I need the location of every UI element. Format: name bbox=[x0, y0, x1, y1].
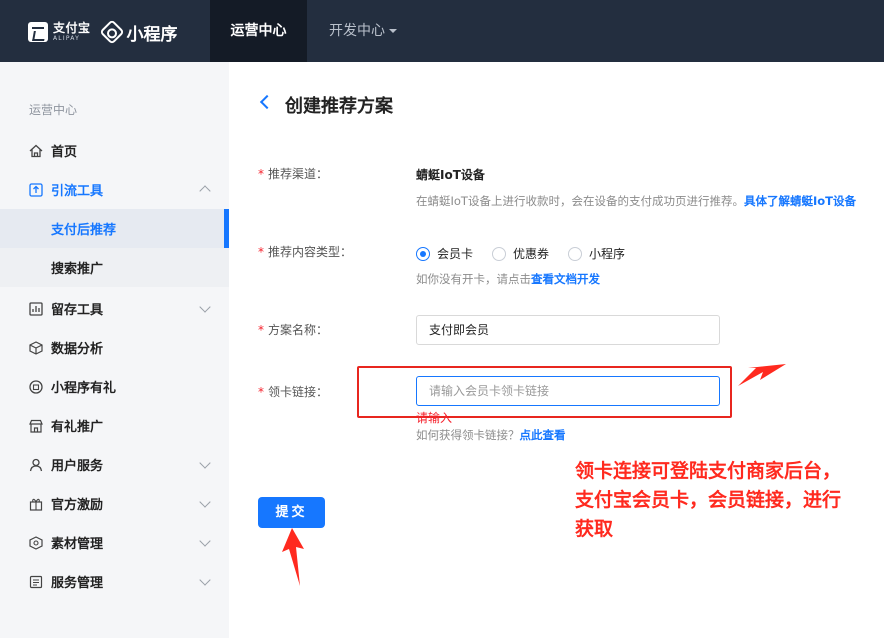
annotation-line: 支付宝会员卡，会员链接，进行 bbox=[575, 489, 842, 511]
chevron-down-icon bbox=[199, 300, 211, 313]
content-type-hint-link[interactable]: 查看文档开发 bbox=[531, 272, 600, 286]
sidebar-item-traffic-tools[interactable]: 引流工具 bbox=[0, 170, 229, 209]
home-icon bbox=[29, 144, 43, 158]
sidebar-item-gift-promotion[interactable]: 有礼推广 bbox=[0, 406, 229, 445]
top-bar: 支付宝 ALIPAY 小程序 运营中心 开发中心 bbox=[0, 0, 884, 62]
user-icon bbox=[29, 458, 43, 472]
radio-unchecked-icon[interactable] bbox=[492, 246, 507, 261]
card-link-label-text: 领卡链接： bbox=[268, 385, 329, 399]
sidebar: 运营中心 首页 引流工具 支付后推荐 搜索推广 留存工具 数据分析 小程序有礼 … bbox=[0, 62, 229, 638]
sidebar-item-label: 首页 bbox=[51, 145, 78, 160]
nav-operations-center[interactable]: 运营中心 bbox=[210, 0, 307, 62]
sidebar-item-label: 数据分析 bbox=[51, 342, 104, 357]
content-type-hint-text: 如你没有开卡，请点击 bbox=[416, 272, 531, 286]
channel-hint-link[interactable]: 具体了解蜻蜓IoT设备 bbox=[744, 194, 856, 208]
caret-down-icon bbox=[389, 29, 397, 33]
sidebar-item-label: 留存工具 bbox=[51, 303, 104, 318]
service-icon bbox=[29, 575, 43, 589]
annotation-line: 获取 bbox=[575, 518, 614, 540]
logo[interactable]: 支付宝 ALIPAY 小程序 bbox=[28, 19, 178, 45]
chevron-up-icon bbox=[199, 185, 211, 197]
plan-name-label-text: 方案名称： bbox=[268, 323, 329, 337]
sidebar-item-label: 引流工具 bbox=[51, 184, 104, 199]
radio-checked-icon[interactable] bbox=[416, 246, 430, 261]
radio-coupon[interactable]: 优惠券 bbox=[492, 245, 549, 262]
sidebar-item-service-management[interactable]: 服务管理 bbox=[0, 562, 229, 601]
chevron-down-icon bbox=[199, 456, 211, 469]
required-mark: * bbox=[258, 167, 264, 181]
plan-name-label: * 方案名称： bbox=[258, 321, 328, 338]
submit-button[interactable]: 提交 bbox=[258, 497, 325, 528]
store-icon bbox=[29, 419, 43, 433]
channel-label-text: 推荐渠道： bbox=[268, 167, 329, 181]
annotation-line: 领卡连接可登陆支付商家后台， bbox=[575, 460, 842, 482]
radio-label: 会员卡 bbox=[437, 247, 474, 261]
card-link-hint: 如何获得领卡链接？点此查看 bbox=[416, 427, 566, 443]
chart-icon bbox=[29, 301, 43, 316]
required-mark: * bbox=[258, 323, 264, 337]
material-icon bbox=[29, 535, 43, 550]
radio-label: 小程序 bbox=[589, 247, 626, 261]
page-title: 创建推荐方案 bbox=[285, 96, 393, 117]
sidebar-item-label: 有礼推广 bbox=[51, 420, 104, 435]
sidebar-item-post-pay-recommend[interactable]: 支付后推荐 bbox=[0, 209, 229, 248]
chevron-down-icon bbox=[199, 534, 211, 547]
sidebar-item-mini-program-gift[interactable]: 小程序有礼 bbox=[0, 367, 229, 406]
sidebar-item-label: 素材管理 bbox=[51, 537, 104, 552]
content-type-label: * 推荐内容类型： bbox=[258, 243, 352, 260]
chevron-down-icon bbox=[199, 573, 211, 586]
alipay-wordmark: 支付宝 ALIPAY bbox=[53, 22, 91, 42]
sidebar-item-label: 支付后推荐 bbox=[51, 223, 117, 238]
radio-member-card[interactable]: 会员卡 bbox=[416, 245, 473, 262]
alipay-cn-label: 支付宝 bbox=[53, 21, 91, 35]
content-type-hint: 如你没有开卡，请点击查看文档开发 bbox=[416, 271, 600, 287]
nav-operations-label: 运营中心 bbox=[230, 23, 287, 39]
main-content: 创建推荐方案 * 推荐渠道： 蜻蜓IoT设备 在蜻蜓IoT设备上进行收款时，会在设… bbox=[229, 62, 884, 638]
channel-hint-text: 在蜻蜓IoT设备上进行收款时，会在设备的支付成功页进行推荐。 bbox=[416, 194, 744, 208]
radio-unchecked-icon[interactable] bbox=[568, 246, 583, 261]
channel-label: * 推荐渠道： bbox=[258, 165, 328, 182]
sidebar-item-official-incentive[interactable]: 官方激励 bbox=[0, 484, 229, 523]
sidebar-item-label: 用户服务 bbox=[51, 459, 104, 474]
highlight-box bbox=[357, 366, 732, 418]
sidebar-item-user-service[interactable]: 用户服务 bbox=[0, 445, 229, 484]
cube-icon bbox=[29, 340, 43, 355]
sidebar-item-data-analysis[interactable]: 数据分析 bbox=[0, 328, 229, 367]
channel-value: 蜻蜓IoT设备 bbox=[416, 168, 485, 182]
channel-hint: 在蜻蜓IoT设备上进行收款时，会在设备的支付成功页进行推荐。具体了解蜻蜓IoT设… bbox=[416, 193, 856, 209]
sidebar-item-label: 服务管理 bbox=[51, 576, 104, 591]
required-mark: * bbox=[258, 385, 264, 399]
sidebar-item-material-management[interactable]: 素材管理 bbox=[0, 523, 229, 562]
reward-icon bbox=[29, 497, 43, 511]
card-link-hint-text: 如何获得领卡链接？ bbox=[416, 428, 520, 442]
annotation-text: 领卡连接可登陆支付商家后台， 支付宝会员卡，会员链接，进行 获取 bbox=[575, 457, 884, 544]
alipay-logo-icon bbox=[28, 22, 48, 42]
gift-icon bbox=[29, 379, 43, 394]
sidebar-item-home[interactable]: 首页 bbox=[0, 131, 229, 170]
card-link-hint-link[interactable]: 点此查看 bbox=[520, 428, 566, 442]
chevron-down-icon bbox=[199, 495, 211, 508]
alipay-en-label: ALIPAY bbox=[53, 35, 80, 42]
nav-dev-center[interactable]: 开发中心 bbox=[320, 0, 406, 62]
back-arrow-icon[interactable] bbox=[259, 94, 275, 110]
plan-name-input[interactable]: 支付即会员 bbox=[416, 315, 720, 345]
product-title: 小程序 bbox=[126, 24, 178, 45]
radio-label: 优惠券 bbox=[513, 247, 550, 261]
sidebar-item-search-promotion[interactable]: 搜索推广 bbox=[0, 248, 229, 287]
sidebar-section-title: 运营中心 bbox=[29, 103, 78, 117]
sidebar-item-label: 官方激励 bbox=[51, 498, 104, 513]
sidebar-item-label: 搜索推广 bbox=[51, 262, 104, 277]
nav-dev-label: 开发中心 bbox=[329, 23, 385, 39]
content-type-label-text: 推荐内容类型： bbox=[268, 245, 353, 259]
radio-mini-program[interactable]: 小程序 bbox=[568, 245, 625, 262]
required-mark: * bbox=[258, 245, 264, 259]
sidebar-item-label: 小程序有礼 bbox=[51, 381, 117, 396]
traffic-icon bbox=[29, 182, 43, 197]
sidebar-item-retention-tools[interactable]: 留存工具 bbox=[0, 289, 229, 328]
mini-program-logo-icon bbox=[98, 19, 125, 45]
card-link-label: * 领卡链接： bbox=[258, 383, 328, 400]
card-link-error: 请输入 bbox=[416, 411, 453, 425]
content-type-radio-group: 会员卡 优惠券 小程序 bbox=[416, 245, 644, 262]
